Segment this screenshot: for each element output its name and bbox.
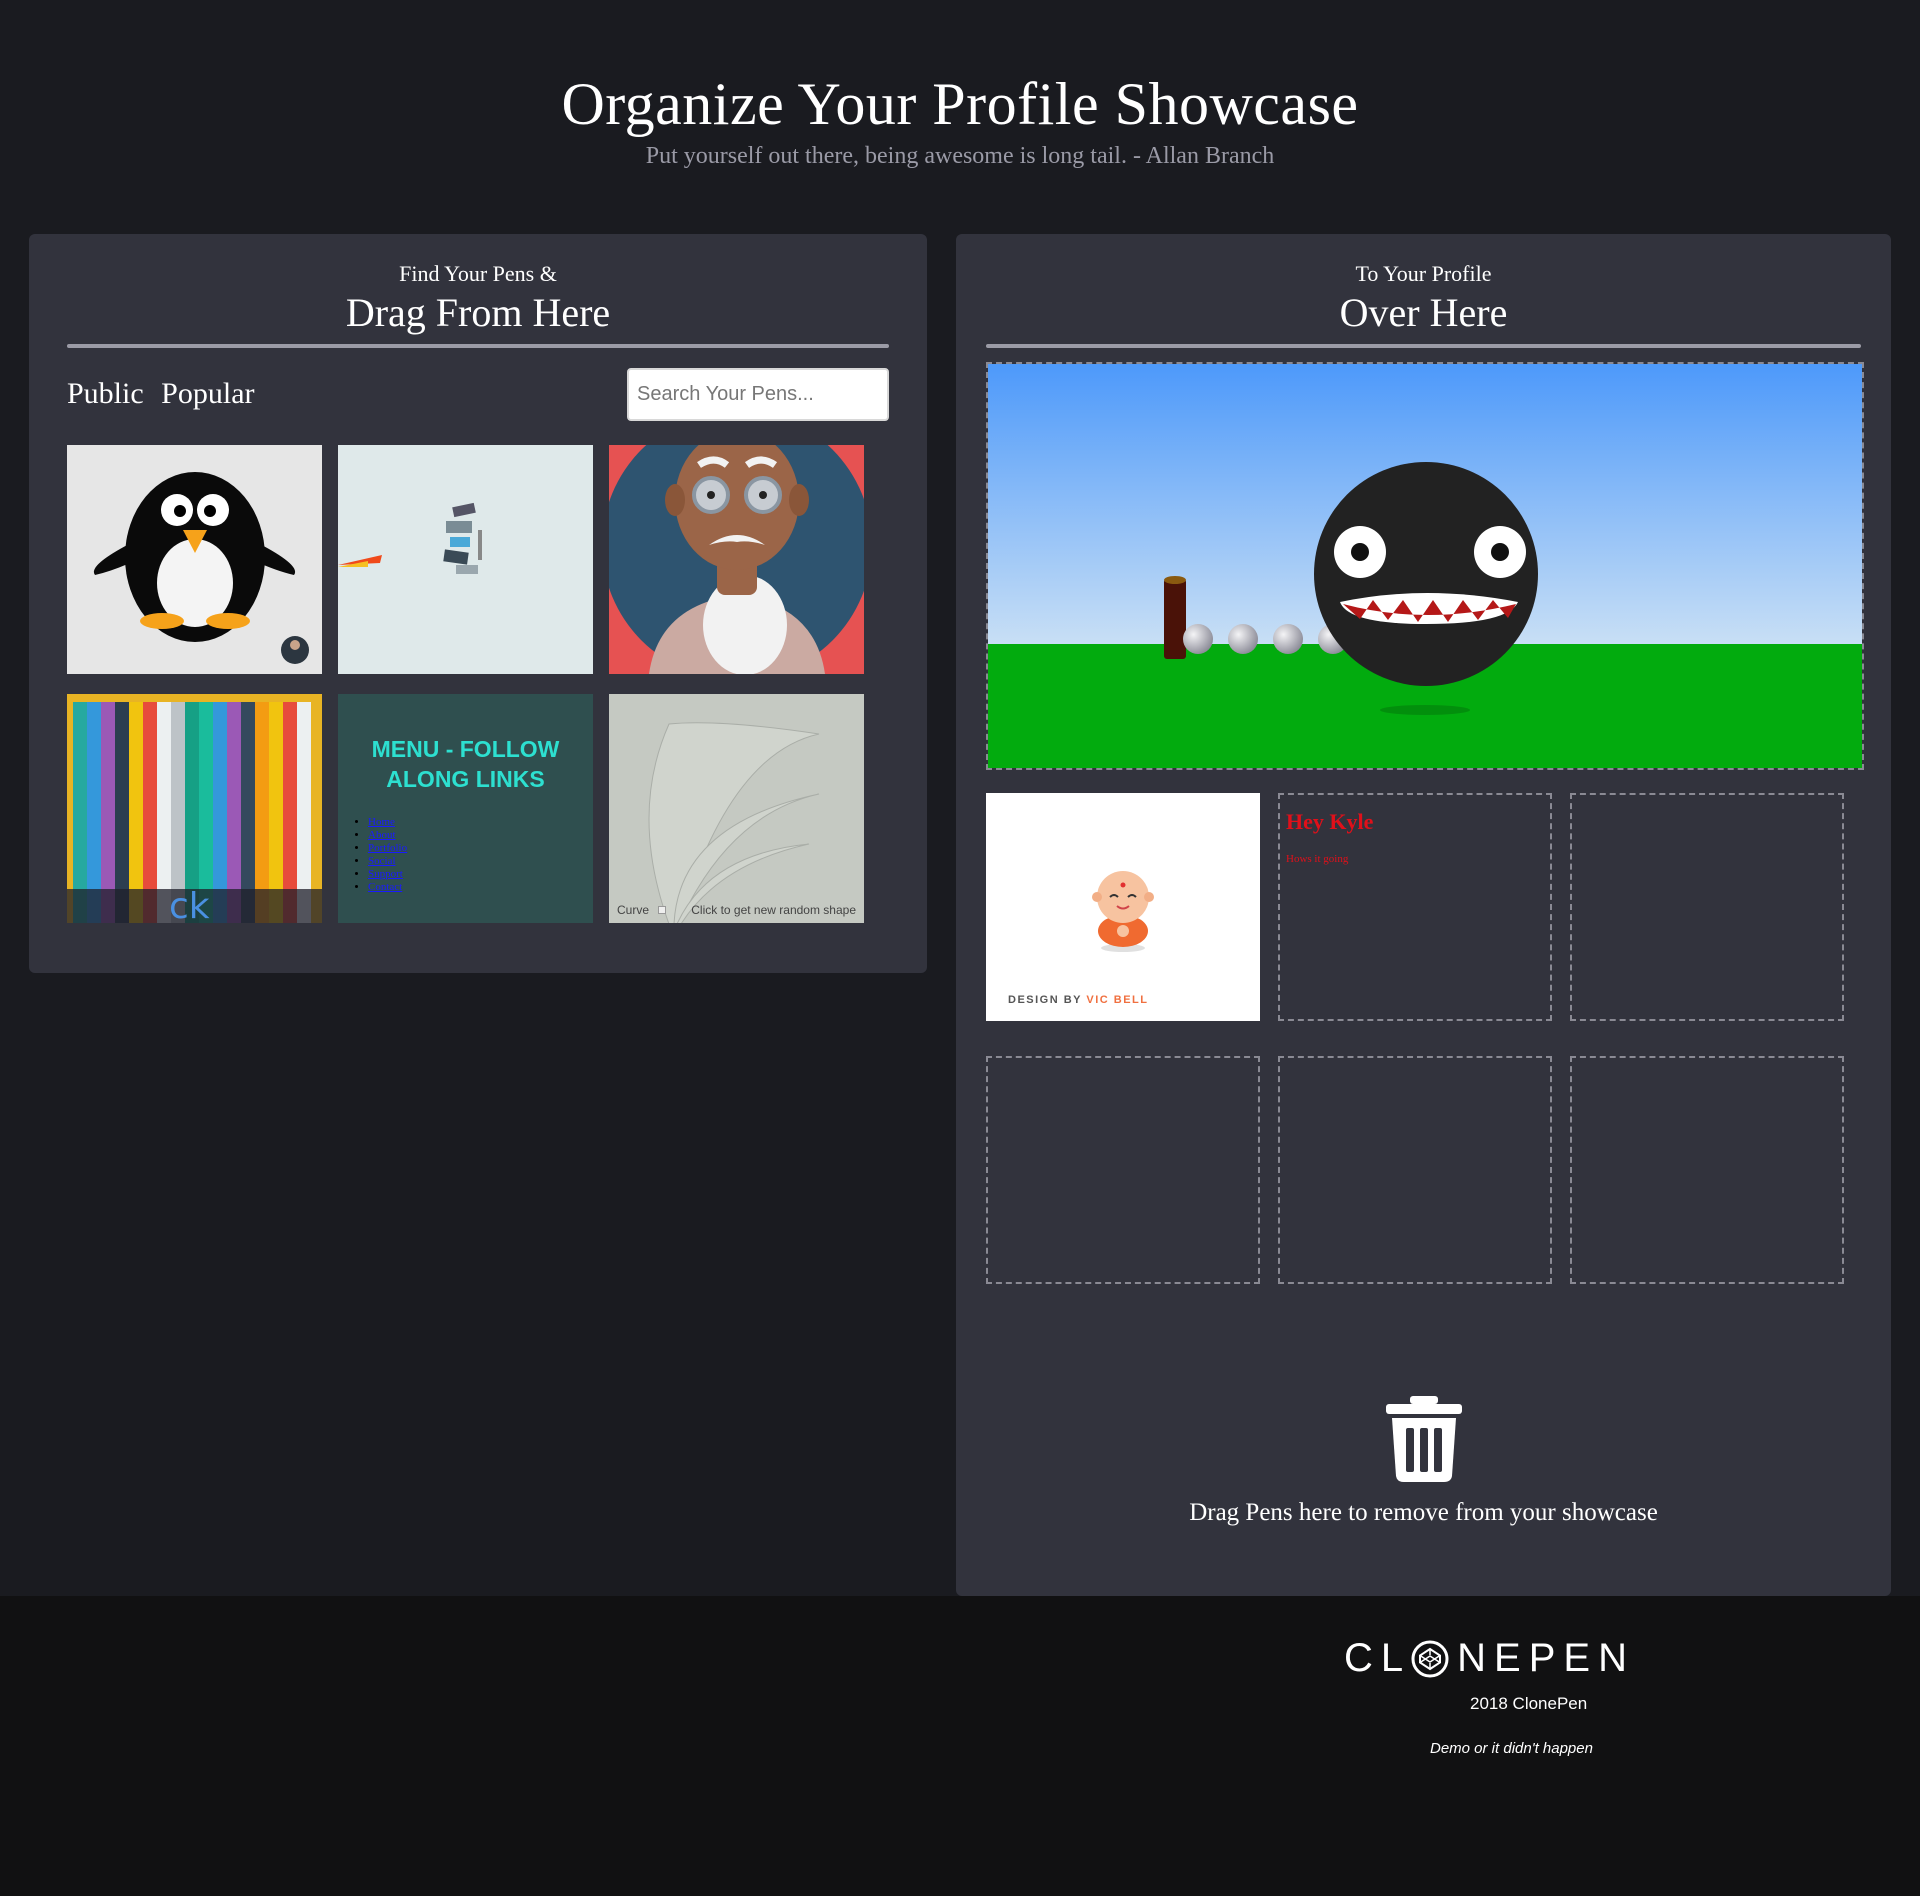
footer: CL NEPEN 2018 ClonePen Demo or it didn't… xyxy=(0,1596,1920,1896)
remove-drop-zone-label: Drag Pens here to remove from your showc… xyxy=(1189,1499,1658,1526)
clonepen-logo[interactable]: CL NEPEN xyxy=(1344,1636,1635,1681)
showcase-slot-empty-4[interactable] xyxy=(986,1056,1260,1284)
pen-tile-fragments[interactable] xyxy=(338,445,593,674)
portrait-illustration xyxy=(609,445,864,674)
showcase-panel-heading: To Your Profile Over Here xyxy=(956,234,1891,336)
trash-icon xyxy=(1385,1396,1462,1482)
menu-link-about[interactable]: About xyxy=(368,829,396,841)
tagline: Demo or it didn't happen xyxy=(1430,1740,1593,1757)
monk-illustration xyxy=(1092,871,1154,952)
menu-link-social[interactable]: Social xyxy=(368,855,396,867)
curve-checkbox[interactable] xyxy=(658,906,667,914)
pens-source-panel: Find Your Pens & Drag From Here Public P… xyxy=(29,234,927,973)
menu-pen-links: Home About Portfolio Social Support Cont… xyxy=(368,816,407,894)
menu-link-support[interactable]: Support xyxy=(368,868,403,880)
pen-tile-portrait[interactable] xyxy=(609,445,864,674)
kyle-pen-title: Hey Kyle xyxy=(1286,809,1374,834)
stripes-illustration: ck xyxy=(67,702,322,923)
fragments-illustration xyxy=(338,502,482,574)
pen-filters: Public Popular xyxy=(67,377,265,411)
page-subtitle: Put yourself out there, being awesome is… xyxy=(645,143,1275,169)
search-pens-input[interactable] xyxy=(627,368,889,421)
source-panel-title: Drag From Here xyxy=(345,290,611,335)
pen-tile-penguin[interactable] xyxy=(67,445,322,674)
featured-pen-slot[interactable] xyxy=(986,362,1864,770)
penguin-illustration xyxy=(93,472,309,664)
menu-link-home[interactable]: Home xyxy=(368,816,395,828)
page-title: Organize Your Profile Showcase xyxy=(561,71,1359,137)
pen-tile-stripes[interactable]: ck xyxy=(67,694,322,923)
codepen-icon xyxy=(1411,1640,1449,1677)
source-panel-heading: Find Your Pens & Drag From Here xyxy=(29,234,927,336)
filter-popular[interactable]: Popular xyxy=(161,377,254,410)
copyright: 2018 ClonePen xyxy=(1470,1694,1588,1713)
pen-tile-menu[interactable]: MENU - FOLLOW ALONG LINKS Home About Por… xyxy=(338,694,593,923)
curve-illustration xyxy=(648,722,820,923)
kyle-pen-text: Hows it going xyxy=(1286,853,1349,865)
showcase-panel-subheading: To Your Profile xyxy=(1355,261,1492,286)
menu-pen-title: MENU - FOLLOW ALONG LINKS xyxy=(371,736,560,792)
curve-hint: Click to get new random shape xyxy=(691,903,856,917)
showcase-panel-divider xyxy=(986,344,1861,348)
source-panel-subheading: Find Your Pens & xyxy=(399,261,557,286)
showcase-slot-empty-5[interactable] xyxy=(1278,1056,1552,1284)
page-header: Organize Your Profile Showcase Put yours… xyxy=(0,70,1920,170)
remove-drop-zone[interactable]: Drag Pens here to remove from your showc… xyxy=(956,1396,1891,1527)
chain-chomp-illustration xyxy=(988,364,1862,768)
showcase-slot-empty-3[interactable] xyxy=(1570,793,1844,1021)
menu-link-contact[interactable]: Contact xyxy=(368,881,402,893)
source-panel-divider xyxy=(67,344,889,348)
showcase-panel-title: Over Here xyxy=(1339,290,1508,335)
stripes-text: ck xyxy=(169,886,210,923)
menu-link-portfolio[interactable]: Portfolio xyxy=(368,842,407,854)
pen-tile-curve[interactable]: Curve Click to get new random shape xyxy=(609,694,864,923)
curve-label: Curve xyxy=(617,903,667,917)
design-credit: DESIGN BY VIC BELL xyxy=(1008,994,1149,1006)
showcase-slot-empty-6[interactable] xyxy=(1570,1056,1844,1284)
profile-showcase-panel: To Your Profile Over Here DESIGN BY VIC … xyxy=(956,234,1891,1596)
showcase-slot-hey-kyle[interactable]: Hey Kyle Hows it going xyxy=(1278,793,1552,1021)
filter-public[interactable]: Public xyxy=(67,377,144,410)
showcase-slot-monk[interactable]: DESIGN BY VIC BELL xyxy=(986,793,1260,1021)
